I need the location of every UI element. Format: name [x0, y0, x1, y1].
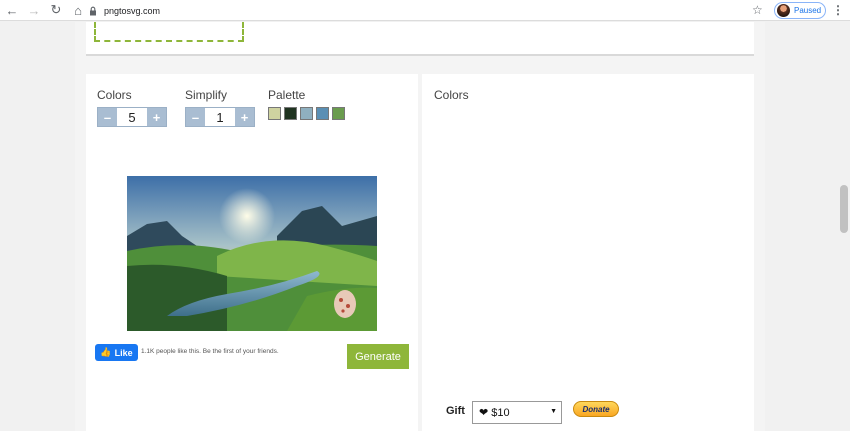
facebook-like-button[interactable]: 👍 Like [95, 344, 138, 361]
avatar [777, 4, 790, 17]
colors-value[interactable]: 5 [117, 108, 147, 126]
simplify-stepper: – 1 + [185, 107, 255, 127]
palette-swatch[interactable] [268, 107, 281, 120]
bookmark-star-icon[interactable]: ☆ [752, 3, 763, 17]
result-colors-heading: Colors [434, 88, 469, 102]
colors-stepper: – 5 + [97, 107, 167, 127]
palette-swatch[interactable] [332, 107, 345, 120]
simplify-value[interactable]: 1 [205, 108, 235, 126]
colors-decrement-button[interactable]: – [98, 108, 117, 126]
colors-label: Colors [97, 88, 132, 102]
forward-icon[interactable]: → [24, 0, 44, 20]
divider [86, 54, 754, 56]
dropdown-arrow-icon: ▼ [550, 408, 557, 415]
reload-icon[interactable]: ↻ [46, 0, 66, 20]
browser-toolbar: ← → ↻ ⌂ pngtosvg.com ☆ Paused ⋮ [0, 0, 850, 21]
upload-dropzone[interactable] [94, 22, 244, 42]
simplify-decrement-button[interactable]: – [186, 108, 205, 126]
page-content: Colors – 5 + Simplify – 1 + Palette 👍 Li… [75, 22, 765, 431]
palette-swatch[interactable] [300, 107, 313, 120]
scrollbar-thumb[interactable] [840, 185, 848, 233]
palette-swatches [268, 107, 345, 120]
heart-icon: ❤ [479, 407, 489, 419]
back-icon[interactable]: ← [2, 0, 22, 20]
profile-button[interactable]: Paused [774, 2, 826, 19]
gift-amount-value: $10 [491, 406, 510, 419]
simplify-label: Simplify [185, 88, 228, 102]
browser-menu-icon[interactable]: ⋮ [832, 3, 844, 17]
address-bar[interactable]: pngtosvg.com [88, 2, 768, 19]
palette-swatch[interactable] [284, 107, 297, 120]
result-panel: Colors Gift ❤ $10 ▼ Donate [422, 74, 754, 431]
like-label: Like [114, 347, 133, 358]
page-scrollbar[interactable] [838, 22, 850, 431]
profile-status: Paused [794, 6, 822, 15]
preview-image [127, 176, 377, 331]
colors-increment-button[interactable]: + [147, 108, 166, 126]
donate-button[interactable]: Donate [573, 401, 619, 417]
generate-button[interactable]: Generate [347, 344, 409, 369]
url-text: pngtosvg.com [104, 5, 161, 16]
options-panel: Colors – 5 + Simplify – 1 + Palette 👍 Li… [86, 74, 418, 431]
simplify-increment-button[interactable]: + [235, 108, 254, 126]
like-count-text: 1.1K people like this. Be the first of y… [141, 348, 279, 355]
upload-card [86, 22, 754, 54]
lock-icon [90, 6, 96, 15]
thumbs-up-icon: 👍 [100, 347, 112, 357]
home-icon[interactable]: ⌂ [68, 0, 88, 20]
palette-swatch[interactable] [316, 107, 329, 120]
gift-label: Gift [446, 405, 465, 417]
gift-amount-select[interactable]: ❤ $10 ▼ [472, 401, 562, 424]
palette-label: Palette [268, 88, 306, 102]
